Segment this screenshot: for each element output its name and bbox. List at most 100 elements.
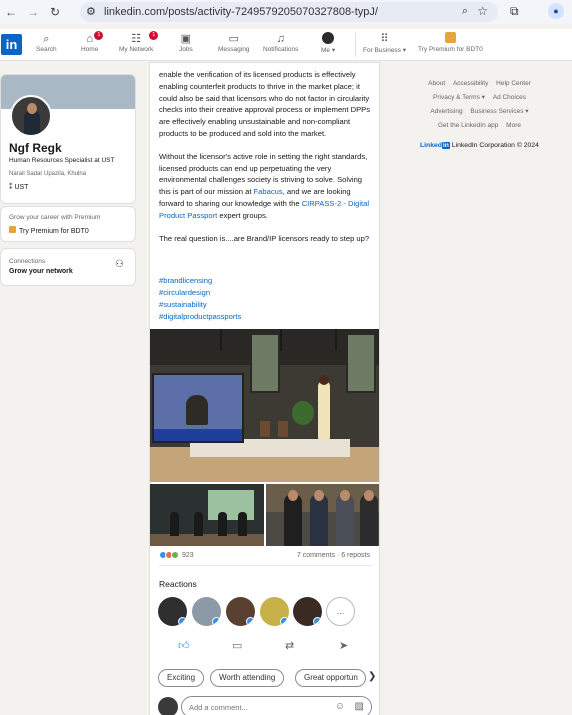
add-connection-icon: ⚇: [115, 259, 124, 270]
reaction-summary[interactable]: 923: [159, 551, 194, 559]
footer-link[interactable]: Business Services ▾: [470, 108, 528, 115]
avatar: [321, 32, 335, 46]
profile-name[interactable]: Ngf Regk: [9, 141, 62, 155]
nav-me[interactable]: Me ▾: [321, 32, 335, 54]
premium-link-label: Try Premium for BDT0: [19, 228, 89, 235]
send-button[interactable]: ➤: [339, 639, 348, 652]
bookmark-star-icon[interactable]: ☆: [477, 4, 488, 18]
nav-label: Try Premium for BDT0: [418, 46, 483, 53]
footer-link[interactable]: Advertising: [430, 108, 462, 115]
reactor-avatar[interactable]: [293, 597, 322, 626]
reload-icon[interactable]: ↻: [44, 5, 66, 19]
divider: [159, 565, 372, 566]
post-text: expert groups.: [217, 210, 268, 220]
footer-link[interactable]: Privacy & Terms ▾: [433, 94, 485, 101]
nav-jobs[interactable]: ▣ Jobs: [179, 32, 193, 53]
nav-label: Jobs: [179, 46, 193, 53]
nav-label: Me ▾: [321, 47, 336, 54]
post-body: enable the verification of its licensed …: [159, 69, 373, 255]
hashtag-link[interactable]: #sustainability: [159, 299, 241, 311]
grid-icon: ⠿: [380, 33, 389, 45]
url-text[interactable]: linkedin.com/posts/activity-724957920507…: [104, 6, 378, 18]
chevron-right-icon[interactable]: ❯: [368, 671, 376, 682]
network-badge: 1: [149, 31, 159, 40]
zoom-icon[interactable]: ⌕: [462, 5, 468, 18]
suggestion-chip[interactable]: Worth attending: [210, 669, 285, 687]
briefcase-icon: ▣: [180, 33, 192, 45]
footer-link[interactable]: More: [506, 122, 521, 129]
more-reactors-button[interactable]: ...: [326, 597, 355, 626]
reactor-avatar[interactable]: [158, 597, 187, 626]
profile-card[interactable]: Ngf Regk Human Resources Specialist at U…: [0, 74, 136, 204]
emoji-icon[interactable]: ☺: [335, 701, 345, 712]
nav-search[interactable]: ⌕ Search: [36, 32, 57, 53]
profile-company[interactable]: ⁑ UST: [9, 183, 28, 191]
nav-label: For Business ▾: [363, 47, 406, 54]
post-photo-2[interactable]: [150, 484, 264, 546]
comment-box[interactable]: ☺ ▨: [181, 696, 372, 715]
network-icon: ☷ 1: [119, 31, 159, 46]
reactor-avatar[interactable]: [192, 597, 221, 626]
company-name: UST: [14, 184, 29, 191]
address-bar[interactable]: ⚙ linkedin.com/posts/activity-7249579205…: [80, 2, 498, 22]
site-info-icon[interactable]: ⚙: [86, 5, 96, 18]
footer-link[interactable]: Help Center: [496, 80, 531, 87]
back-icon[interactable]: ←: [0, 5, 22, 19]
footer-link[interactable]: Accessibility: [453, 80, 488, 87]
copyright: LinkedIn Corporation © 2024: [451, 142, 539, 149]
linkedin-header: in ⌕ Search ⌂ 1 Home ☷ 1 My Network ▣ Jobs…: [0, 29, 572, 61]
support-icon: [171, 551, 179, 559]
reaction-count: 923: [182, 551, 194, 559]
post-photo-main[interactable]: [150, 329, 379, 482]
comment-input[interactable]: [189, 701, 309, 714]
reactor-avatar[interactable]: [226, 597, 255, 626]
hashtag-link[interactable]: #digitalproductpassports: [159, 311, 241, 323]
comments-reposts[interactable]: 7 comments · 6 reposts: [297, 552, 370, 559]
reactor-avatar[interactable]: [260, 597, 289, 626]
forward-icon[interactable]: →: [22, 5, 44, 19]
profile-icon[interactable]: ●: [548, 3, 564, 19]
post-paragraph: The real question is....are Brand/IP lic…: [159, 233, 370, 243]
nav-home[interactable]: ⌂ 1 Home: [81, 31, 104, 53]
nav-messaging[interactable]: ▭ Messaging: [218, 32, 249, 53]
connections-subtitle: Grow your network: [9, 268, 73, 275]
post-card: enable the verification of its licensed …: [149, 62, 380, 715]
linkedin-wordmark: Linkedin: [420, 142, 450, 149]
suggestion-chip[interactable]: Exciting: [158, 669, 205, 687]
nav-for-business[interactable]: ⠿ For Business ▾: [363, 32, 406, 54]
brand-word: Linked: [420, 142, 442, 149]
comment-button[interactable]: ▭: [232, 639, 242, 652]
premium-subtitle: Grow your career with Premium: [9, 214, 101, 221]
hashtag-link[interactable]: #brandlicensing: [159, 275, 241, 287]
nav-my-network[interactable]: ☷ 1 My Network: [119, 31, 159, 53]
footer-brand: Linkedin LinkedIn Corporation © 2024: [420, 142, 539, 149]
company-link[interactable]: Fabacus: [254, 187, 283, 196]
like-button[interactable]: 👍︎: [178, 639, 190, 652]
nav-try-premium[interactable]: Try Premium for BDT0: [418, 32, 483, 53]
premium-card[interactable]: Grow your career with Premium Try Premiu…: [0, 206, 136, 242]
footer-link[interactable]: Get the LinkedIn app: [438, 122, 498, 129]
footer-link[interactable]: Ad Choices: [493, 94, 526, 101]
search-icon: ⌕: [43, 33, 50, 45]
commenter-avatar: [158, 697, 178, 715]
post-photo-3[interactable]: [266, 484, 379, 546]
linkedin-logo[interactable]: in: [1, 34, 22, 55]
premium-link[interactable]: Try Premium for BDT0: [9, 226, 89, 235]
message-icon: ▭: [228, 33, 239, 45]
footer-links: About Accessibility Help Center Privacy …: [392, 77, 567, 133]
suggestion-chip[interactable]: Great opportun: [295, 669, 366, 687]
repost-button[interactable]: ⇄: [285, 639, 294, 652]
hashtag-link[interactable]: #circulardesign: [159, 287, 241, 299]
bell-icon: ♫: [276, 33, 285, 45]
profile-photo[interactable]: [10, 95, 52, 137]
brand-in: in: [441, 142, 450, 149]
nav-label: Home: [81, 46, 99, 53]
profile-headline: Human Resources Specialist at UST: [9, 157, 115, 164]
nav-label: Notifications: [263, 46, 299, 53]
premium-icon: [9, 226, 16, 233]
extensions-icon[interactable]: ⧉: [510, 4, 519, 19]
nav-notifications[interactable]: ♫ Notifications: [263, 32, 298, 53]
footer-link[interactable]: About: [428, 80, 445, 87]
image-icon[interactable]: ▨: [355, 701, 364, 712]
connections-card[interactable]: Connections Grow your network ⚇: [0, 248, 136, 286]
